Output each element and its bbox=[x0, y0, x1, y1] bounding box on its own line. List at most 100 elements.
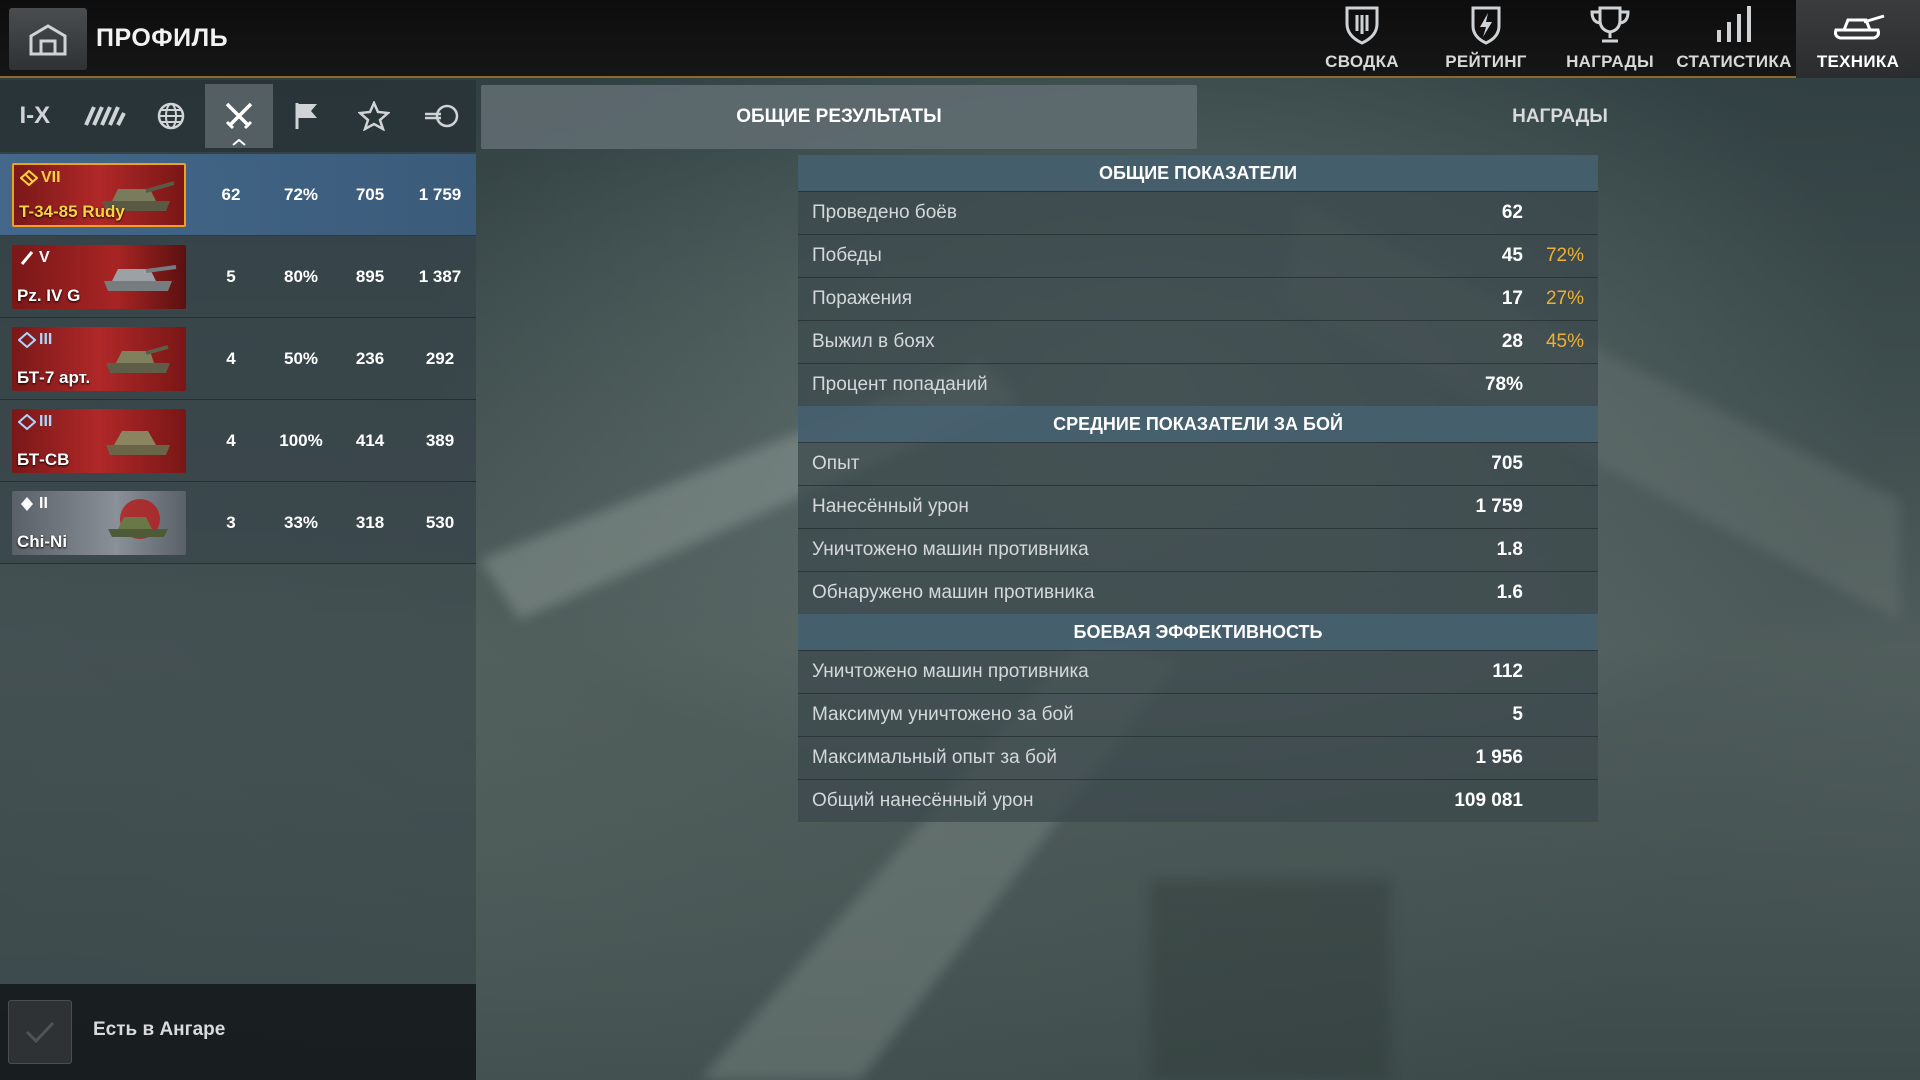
tab-general-results-label: ОБЩИЕ РЕЗУЛЬТАТЫ bbox=[736, 106, 942, 127]
stat-percent: 72% bbox=[1545, 245, 1584, 266]
flag-filter-button[interactable] bbox=[273, 84, 341, 148]
tier-icon bbox=[21, 496, 33, 511]
tier-icon bbox=[20, 250, 34, 265]
stat-row: Уничтожено машин противника 112 bbox=[798, 650, 1598, 693]
stat-value: 1.6 bbox=[1496, 582, 1523, 603]
vehicle-damage: 389 bbox=[425, 430, 455, 450]
stat-value: 112 bbox=[1492, 661, 1523, 682]
stat-value: 62 bbox=[1501, 202, 1523, 223]
battle-type-filter-button[interactable] bbox=[205, 84, 273, 148]
hangar-icon bbox=[29, 24, 67, 56]
vehicle-battles: 5 bbox=[226, 266, 236, 286]
in-hangar-label: Есть в Ангаре bbox=[93, 1019, 226, 1040]
nav-awards-label: НАГРАДЫ bbox=[1566, 52, 1654, 71]
tier-badge: VII bbox=[20, 169, 61, 187]
stat-label: Общий нанесённый урон bbox=[812, 790, 1034, 811]
stat-value: 45 bbox=[1501, 245, 1523, 266]
stat-row: Победы 45 72% bbox=[798, 234, 1598, 277]
stat-row: Обнаружено машин противника 1.6 bbox=[798, 571, 1598, 614]
stat-label: Опыт bbox=[812, 453, 860, 474]
tier-filter-label: I-X bbox=[19, 102, 51, 129]
vehicle-name: БТ-СВ bbox=[17, 449, 70, 469]
vehicle-xp: 895 bbox=[355, 266, 385, 286]
checkmark-icon bbox=[25, 1021, 55, 1044]
tab-awards[interactable]: НАГРАДЫ bbox=[1200, 85, 1920, 149]
vehicle-wins: 33% bbox=[283, 512, 319, 532]
premium-filter-button[interactable] bbox=[341, 84, 409, 148]
vehicle-card[interactable]: V Pz. IV G bbox=[12, 244, 186, 309]
flag-icon bbox=[295, 103, 317, 129]
tank-icon bbox=[108, 498, 168, 539]
tank-class-icon bbox=[83, 106, 126, 126]
stat-label: Поражения bbox=[812, 288, 913, 309]
nav-awards[interactable]: НАГРАДЫ bbox=[1548, 0, 1672, 78]
vehicle-panel: I-X VII T-34-85 Rudy 62 72% 705 1 759 V … bbox=[0, 80, 476, 1080]
tank-icon bbox=[106, 344, 170, 373]
vehicle-wins: 72% bbox=[283, 184, 319, 204]
tab-general-results[interactable]: ОБЩИЕ РЕЗУЛЬТАТЫ bbox=[481, 85, 1197, 149]
nav-rating-label: РЕЙТИНГ bbox=[1445, 52, 1527, 71]
stat-label: Максимум уничтожено за бой bbox=[812, 704, 1074, 725]
in-hangar-checkbox[interactable] bbox=[8, 1000, 72, 1064]
stat-value: 109 081 bbox=[1454, 790, 1523, 811]
vehicle-row[interactable]: II Chi-Ni 3 33% 318 530 bbox=[0, 482, 476, 564]
stat-value: 1 759 bbox=[1475, 496, 1523, 517]
hangar-filter: Есть в Ангаре bbox=[0, 984, 476, 1080]
stat-value: 78% bbox=[1484, 374, 1523, 395]
nav-statistics[interactable]: СТАТИСТИКА bbox=[1672, 0, 1796, 78]
rating-shield-icon bbox=[1471, 6, 1501, 45]
stat-row: Проведено боёв 62 bbox=[798, 191, 1598, 234]
tier-filter-button[interactable]: I-X bbox=[0, 84, 70, 148]
nav-rating[interactable]: РЕЙТИНГ bbox=[1424, 0, 1548, 78]
tier-badge: V bbox=[18, 249, 50, 267]
stat-label: Уничтожено машин противника bbox=[812, 661, 1089, 682]
vehicle-damage: 1 387 bbox=[418, 266, 462, 286]
vehicle-card[interactable]: III БТ-7 арт. bbox=[12, 326, 186, 391]
stat-row: Выжил в боях 28 45% bbox=[798, 320, 1598, 363]
nav-statistics-label: СТАТИСТИКА bbox=[1676, 52, 1792, 71]
class-filter-button[interactable] bbox=[70, 84, 138, 148]
stat-label: Проведено боёв bbox=[812, 202, 957, 223]
nav-summary-label: СВОДКА bbox=[1325, 52, 1399, 71]
vehicle-xp: 414 bbox=[355, 430, 385, 450]
tier-icon bbox=[20, 169, 38, 186]
bars-icon bbox=[1717, 6, 1751, 42]
tank-icon bbox=[1834, 14, 1885, 40]
vehicle-row[interactable]: VII T-34-85 Rudy 62 72% 705 1 759 bbox=[0, 154, 476, 236]
stat-value: 5 bbox=[1512, 704, 1523, 725]
nav-summary[interactable]: СВОДКА bbox=[1300, 0, 1424, 78]
globe-icon bbox=[158, 102, 185, 130]
stat-label: Обнаружено машин противника bbox=[812, 582, 1095, 603]
vehicle-name: Pz. IV G bbox=[17, 285, 81, 305]
tank-gun-icon bbox=[425, 104, 459, 128]
tank-icon bbox=[106, 430, 170, 455]
crossed-swords-icon bbox=[225, 102, 253, 130]
vehicle-row[interactable]: III БТ-7 арт. 4 50% 236 292 bbox=[0, 318, 476, 400]
stat-value: 17 bbox=[1501, 288, 1523, 309]
nation-filter-button[interactable] bbox=[137, 84, 205, 148]
vehicle-card[interactable]: VII T-34-85 Rudy bbox=[12, 162, 186, 227]
vehicle-card[interactable]: II Chi-Ni bbox=[12, 490, 186, 555]
tier-badge: III bbox=[18, 413, 52, 431]
vehicle-battles: 62 bbox=[221, 184, 241, 204]
vehicle-damage: 292 bbox=[425, 348, 455, 368]
stat-row: Процент попаданий 78% bbox=[798, 363, 1598, 406]
tier-icon bbox=[18, 413, 36, 430]
nav-vehicles[interactable]: ТЕХНИКА bbox=[1796, 0, 1920, 78]
vehicle-row[interactable]: V Pz. IV G 5 80% 895 1 387 bbox=[0, 236, 476, 318]
vehicle-xp: 705 bbox=[355, 184, 385, 204]
stat-label: Выжил в боях bbox=[812, 331, 935, 352]
stat-value: 28 bbox=[1501, 331, 1523, 352]
vehicle-wins: 50% bbox=[283, 348, 319, 368]
vehicle-row[interactable]: III БТ-СВ 4 100% 414 389 bbox=[0, 400, 476, 482]
stat-row: Общий нанесённый урон 109 081 bbox=[798, 779, 1598, 822]
home-button[interactable] bbox=[9, 8, 87, 70]
chevron-up-icon bbox=[232, 138, 246, 146]
stat-row: Нанесённый урон 1 759 bbox=[798, 485, 1598, 528]
gun-filter-button[interactable] bbox=[408, 84, 476, 148]
vehicle-card[interactable]: III БТ-СВ bbox=[12, 408, 186, 473]
vehicle-tier: VII bbox=[41, 168, 61, 186]
stat-row: Поражения 17 27% bbox=[798, 277, 1598, 320]
vehicle-name: БТ-7 арт. bbox=[17, 367, 91, 387]
trophy-icon bbox=[1590, 6, 1630, 43]
